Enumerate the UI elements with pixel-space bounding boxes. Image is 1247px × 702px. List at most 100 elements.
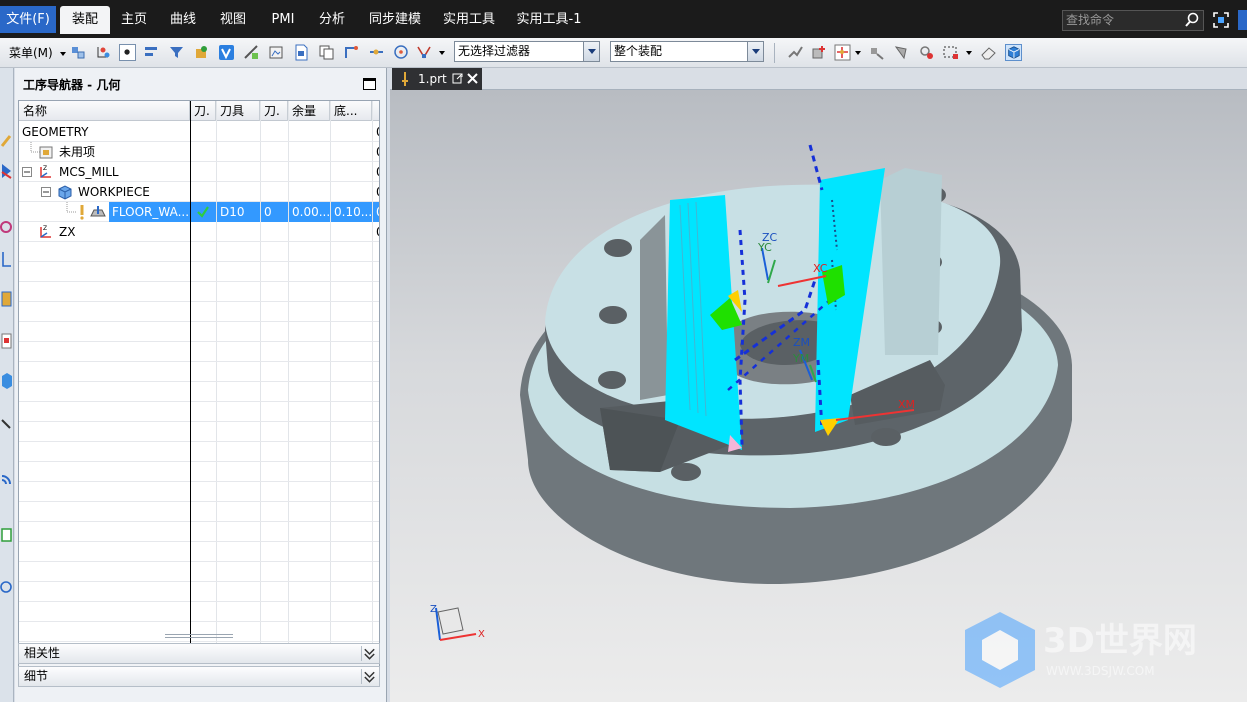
part-navigator-icon[interactable] bbox=[0, 288, 13, 310]
tab-utilities[interactable]: 实用工具 bbox=[436, 6, 502, 34]
dropdown-arrow-icon[interactable] bbox=[583, 42, 599, 61]
wcs-icon[interactable] bbox=[893, 44, 910, 61]
table-row[interactable]: FLOOR_WA... D10 0 0.00... 0.10... 0 bbox=[19, 202, 379, 222]
table-row[interactable]: GEOMETRY 0 bbox=[19, 122, 379, 142]
table-row[interactable]: 未用项 0 bbox=[19, 142, 379, 162]
chevron-down-icon[interactable] bbox=[966, 51, 972, 55]
tab-pmi[interactable]: PMI bbox=[262, 6, 304, 34]
part-file-tab[interactable]: 1.prt bbox=[392, 68, 482, 90]
copy-icon[interactable] bbox=[318, 44, 335, 61]
graphics-viewport[interactable]: ZC YC XC ZM YM XM Z X 3D世界网 WWW.3DSJW.CO… bbox=[390, 90, 1247, 702]
selection-filter-value: 无选择过滤器 bbox=[458, 44, 531, 58]
measure-icon[interactable] bbox=[243, 44, 260, 61]
snap-options-icon[interactable] bbox=[416, 44, 433, 61]
show-hide-icon[interactable] bbox=[918, 44, 935, 61]
history-icon[interactable] bbox=[0, 330, 13, 352]
table-row[interactable]: Z ZX 0 bbox=[19, 222, 379, 242]
row-more-value: 0 bbox=[373, 122, 379, 142]
palette-icon[interactable] bbox=[0, 524, 13, 546]
column-header-tool[interactable]: 刀具 bbox=[216, 101, 260, 121]
hd3d-icon[interactable] bbox=[0, 412, 13, 434]
selection-filter-dropdown[interactable]: 无选择过滤器 bbox=[454, 41, 600, 62]
chevron-down-icon[interactable] bbox=[855, 51, 861, 55]
target-icon[interactable] bbox=[0, 216, 13, 238]
tab-home[interactable]: 主页 bbox=[113, 6, 155, 34]
maximize-icon[interactable] bbox=[363, 78, 376, 90]
dependencies-label: 相关性 bbox=[24, 646, 61, 660]
roles-icon[interactable] bbox=[0, 576, 13, 598]
operation-navigator-grid: 名称 刀. 刀具 刀. 余量 底... GEOMETRY 0 未用项 0 Z bbox=[18, 100, 380, 680]
column-header-tool-number[interactable]: 刀. bbox=[260, 101, 288, 121]
triad-x-label: X bbox=[478, 629, 485, 640]
details-panel-header[interactable]: 细节 bbox=[18, 666, 380, 687]
name-column-divider[interactable] bbox=[190, 101, 191, 663]
eraser-icon[interactable] bbox=[980, 44, 997, 61]
selection-scope-dropdown[interactable]: 整个装配 bbox=[610, 41, 764, 62]
collapse-icon[interactable] bbox=[41, 187, 51, 197]
column-header-toolpath[interactable]: 刀. bbox=[190, 101, 216, 121]
web-browser-icon[interactable] bbox=[0, 468, 13, 490]
select-faces-icon[interactable] bbox=[193, 44, 210, 61]
collapse-icon[interactable] bbox=[22, 167, 32, 177]
snap-center-icon[interactable] bbox=[393, 44, 410, 61]
column-header-floor-stock[interactable]: 底... bbox=[330, 101, 372, 121]
chevron-down-icon[interactable] bbox=[439, 51, 445, 55]
close-icon[interactable] bbox=[467, 73, 478, 84]
tool-icon[interactable] bbox=[0, 130, 13, 152]
file-menu-tab[interactable]: 文件(F) bbox=[0, 6, 56, 33]
reuse-library-icon[interactable] bbox=[0, 370, 13, 392]
empty-table-row bbox=[19, 462, 379, 482]
validation-icon[interactable] bbox=[218, 44, 235, 61]
move-component-icon[interactable] bbox=[787, 44, 804, 61]
column-header-name[interactable]: 名称 bbox=[19, 101, 190, 121]
details-label: 细节 bbox=[24, 669, 49, 683]
dropdown-arrow-icon[interactable] bbox=[747, 42, 763, 61]
add-component-icon[interactable] bbox=[811, 44, 828, 61]
assembly-tree-icon[interactable] bbox=[95, 44, 112, 61]
graphics-window-tab-bar: 1.prt bbox=[390, 68, 1247, 90]
full-screen-icon[interactable] bbox=[1212, 11, 1230, 29]
view-type-icon[interactable] bbox=[268, 44, 285, 61]
tab-curve[interactable]: 曲线 bbox=[162, 6, 204, 34]
search-icon[interactable] bbox=[1184, 12, 1200, 28]
column-header-more[interactable] bbox=[372, 101, 379, 121]
select-components-icon[interactable] bbox=[70, 44, 87, 61]
panel-splitter[interactable] bbox=[165, 634, 233, 638]
row-more-value: 0 bbox=[373, 142, 379, 162]
box-select-icon[interactable] bbox=[942, 44, 959, 61]
chevron-down-icon[interactable] bbox=[361, 646, 377, 661]
snap-midpoint-icon[interactable] bbox=[368, 44, 385, 61]
undock-icon[interactable] bbox=[452, 73, 463, 84]
watermark-brand: 3D世界网 bbox=[1043, 621, 1197, 661]
axis-icon[interactable] bbox=[0, 248, 13, 270]
dependencies-panel-header[interactable]: 相关性 bbox=[18, 643, 380, 664]
ribbon-options-button[interactable] bbox=[1238, 10, 1247, 30]
selection-scope-value: 整个装配 bbox=[614, 44, 663, 58]
tab-view[interactable]: 视图 bbox=[212, 6, 254, 34]
snap-view-icon[interactable] bbox=[868, 44, 885, 61]
document-icon[interactable] bbox=[293, 44, 310, 61]
tab-analysis[interactable]: 分析 bbox=[311, 6, 353, 34]
tab-utilities-1[interactable]: 实用工具-1 bbox=[510, 6, 588, 34]
ym-axis-label: YM bbox=[792, 352, 809, 365]
menu-button[interactable]: 菜单(M) bbox=[0, 44, 66, 62]
snap-endpoint-icon[interactable] bbox=[343, 44, 360, 61]
tab-synchronous-modeling[interactable]: 同步建模 bbox=[362, 6, 428, 34]
table-row[interactable]: WORKPIECE 0 bbox=[19, 182, 379, 202]
snap-point-icon[interactable] bbox=[143, 44, 160, 61]
fixture-model[interactable]: ZC YC XC ZM YM XM Z X 3D世界网 WWW.3DSJW.CO… bbox=[390, 90, 1247, 702]
point-dialog-icon[interactable] bbox=[834, 44, 851, 61]
command-search-input[interactable]: 查找命令 bbox=[1062, 10, 1204, 31]
menu-label: 菜单(M) bbox=[9, 46, 53, 60]
empty-table-row bbox=[19, 302, 379, 322]
select-features-icon[interactable] bbox=[119, 44, 136, 61]
empty-table-row bbox=[19, 522, 379, 542]
shaded-view-icon[interactable] bbox=[1005, 44, 1022, 61]
filter-icon[interactable] bbox=[168, 44, 185, 61]
part-file-name: 1.prt bbox=[418, 72, 447, 86]
geometry-icon[interactable] bbox=[0, 160, 13, 182]
column-header-stock[interactable]: 余量 bbox=[288, 101, 330, 121]
table-row[interactable]: Z MCS_MILL 0 bbox=[19, 162, 379, 182]
tab-assembly[interactable]: 装配 bbox=[60, 6, 110, 34]
chevron-down-icon[interactable] bbox=[361, 669, 377, 684]
